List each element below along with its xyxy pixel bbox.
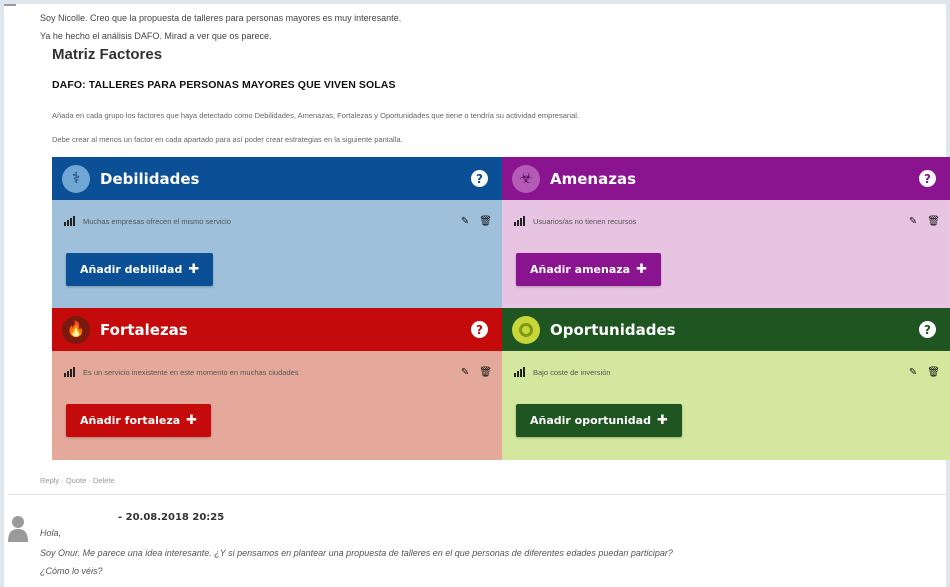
quadrant-debilidades: ⚕ Debilidades ? Muchas empresas ofrecen …: [52, 157, 502, 308]
comment-divider: [8, 494, 946, 495]
post-text-line-2: Ya he hecho el análisis DAFO. Mirad a ve…: [40, 31, 272, 41]
plus-icon: ✚: [188, 262, 200, 277]
biohazard-icon: ☣: [512, 164, 540, 193]
pulse-symbol-icon: ⚕: [62, 164, 90, 193]
flame-icon: 🔥: [62, 315, 90, 344]
quadrant-title-amenazas: Amenazas: [550, 169, 636, 188]
target-ring-icon: [512, 315, 540, 344]
factor-row: Muchas empresas ofrecen el mismo servici…: [64, 213, 492, 229]
button-label: Añadir amenaza: [530, 263, 631, 276]
quadrant-oportunidades: Oportunidades ? Bajo coste de inversión …: [502, 308, 950, 460]
factor-text: Muchas empresas ofrecen el mismo servici…: [83, 216, 231, 226]
factor-row: Bajo coste de inversión ✎ 🗑: [514, 364, 940, 380]
plus-icon: ✚: [186, 413, 198, 428]
signal-bars-icon: [514, 216, 525, 226]
quadrant-header-fortalezas: 🔥 Fortalezas ?: [52, 308, 502, 351]
factor-row: Es un servicio inexistente en este momen…: [64, 364, 492, 380]
comment-body-line-2: ¿Cómo lo véis?: [40, 566, 103, 576]
quadrant-amenazas: ☣ Amenazas ? Usuarios/as no tienen recur…: [502, 157, 950, 308]
add-oportunidad-button[interactable]: Añadir oportunidad ✚: [516, 404, 682, 437]
trash-icon[interactable]: 🗑: [479, 367, 492, 378]
pencil-icon[interactable]: ✎: [909, 216, 917, 227]
quadrant-title-oportunidades: Oportunidades: [550, 320, 676, 339]
quadrant-title-fortalezas: Fortalezas: [100, 320, 188, 339]
plus-icon: ✚: [636, 262, 647, 277]
post-text-line-1: Soy Nicolle. Creo que la propuesta de ta…: [40, 13, 402, 23]
help-icon[interactable]: ?: [919, 170, 936, 187]
button-label: Añadir fortaleza: [80, 414, 181, 427]
matrix-title: Matriz Factores: [52, 46, 163, 63]
pencil-icon[interactable]: ✎: [461, 216, 469, 227]
add-debilidad-button[interactable]: Añadir debilidad ✚: [66, 253, 214, 286]
trash-icon[interactable]: 🗑: [927, 367, 940, 378]
instruction-text-1: Añada en cada grupo los factores que hay…: [52, 111, 579, 120]
add-fortaleza-button[interactable]: Añadir fortaleza ✚: [66, 404, 212, 437]
signal-bars-icon: [64, 216, 75, 226]
button-label: Añadir debilidad: [80, 263, 183, 276]
quadrant-title-debilidades: Debilidades: [100, 169, 200, 188]
factor-text: Bajo coste de inversión: [533, 367, 611, 377]
trash-icon[interactable]: 🗑: [479, 216, 492, 227]
dafo-heading: DAFO: TALLERES PARA PERSONAS MAYORES QUE…: [52, 79, 396, 91]
factor-text: Usuarios/as no tienen recursos: [533, 216, 637, 226]
add-amenaza-button[interactable]: Añadir amenaza ✚: [516, 253, 661, 286]
help-icon[interactable]: ?: [919, 321, 936, 338]
factor-text: Es un servicio inexistente en este momen…: [83, 367, 299, 377]
quadrant-header-debilidades: ⚕ Debilidades ?: [52, 157, 502, 200]
factor-row: Usuarios/as no tienen recursos ✎ 🗑: [514, 213, 940, 229]
comment-greeting: Hola,: [40, 528, 62, 538]
user-silhouette-icon: [8, 516, 28, 542]
post-actions-links[interactable]: Reply · Quote · Delete: [40, 476, 115, 485]
pencil-icon[interactable]: ✎: [461, 367, 469, 378]
comment-date: - 20.08.2018 20:25: [118, 512, 225, 523]
post-divider-mark: [4, 4, 16, 6]
trash-icon[interactable]: 🗑: [927, 216, 940, 227]
quadrant-fortalezas: 🔥 Fortalezas ? Es un servicio inexistent…: [52, 308, 502, 460]
comment-body-line-1: Soy Onur. Me parece una idea interesante…: [40, 548, 673, 558]
quadrant-header-amenazas: ☣ Amenazas ?: [502, 157, 950, 200]
signal-bars-icon: [64, 367, 75, 377]
signal-bars-icon: [514, 367, 525, 377]
button-label: Añadir oportunidad: [530, 414, 651, 427]
help-icon[interactable]: ?: [471, 321, 488, 338]
quadrant-header-oportunidades: Oportunidades ?: [502, 308, 950, 351]
instruction-text-2: Debe crear al menos un factor en cada ap…: [52, 135, 403, 144]
plus-icon: ✚: [656, 413, 668, 428]
pencil-icon[interactable]: ✎: [909, 367, 917, 378]
help-icon[interactable]: ?: [471, 170, 488, 187]
